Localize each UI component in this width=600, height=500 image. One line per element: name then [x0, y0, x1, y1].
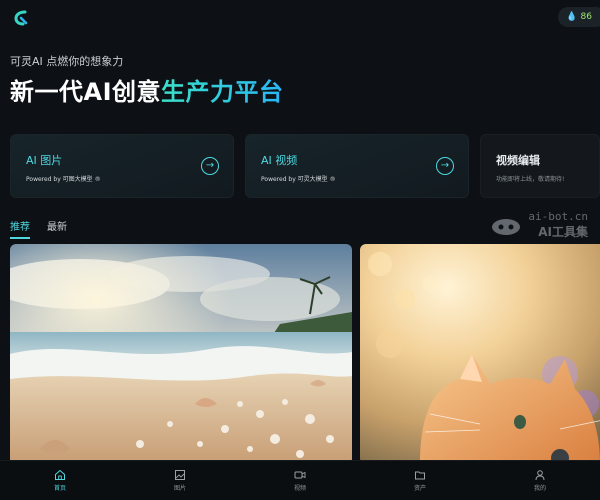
nav-label: 资产	[413, 485, 426, 492]
card-ai-video[interactable]: AI 视频 Powered by 可灵大模型 ® →	[245, 134, 469, 198]
hero-title: 新一代AI创意生产力平台	[10, 72, 284, 107]
card-subtitle: Powered by 可灵大模型 ®	[261, 176, 336, 183]
credits-badge[interactable]: 💧 86	[558, 7, 600, 27]
card-ai-image[interactable]: AI 图片 Powered by 可图大模型 ® →	[10, 134, 234, 198]
card-title: AI 图片	[26, 154, 63, 167]
watermark-name: AI工具集	[538, 225, 588, 239]
folder-icon	[415, 471, 425, 480]
nav-label: 图片	[173, 485, 186, 492]
hero-title-white: 新一代AI创意	[10, 78, 162, 106]
robot-icon	[492, 219, 521, 235]
tagline: 可灵AI 点燃你的想象力	[10, 55, 124, 68]
card-subtitle: Powered by 可图大模型 ®	[26, 176, 101, 183]
arrow-right-icon[interactable]: →	[436, 157, 454, 175]
orange-kitten-in-sunlight-image[interactable]	[360, 244, 600, 464]
nav-video[interactable]: 视频	[240, 461, 360, 500]
nav-profile[interactable]: 我的	[480, 461, 600, 500]
kling-logo-icon[interactable]	[12, 9, 30, 27]
hero-title-gradient: 生产力平台	[161, 78, 284, 106]
bottom-nav: 首页 图片 视频 资产 我的	[0, 460, 600, 500]
drop-icon: 💧	[566, 12, 578, 22]
feed-tabs: 推荐 最新	[10, 218, 67, 239]
image-icon	[175, 470, 185, 480]
card-video-edit[interactable]: 视频编辑 功能即将上线，敬请期待!	[480, 134, 600, 198]
credits-value: 86	[580, 12, 592, 22]
nav-assets[interactable]: 资产	[360, 461, 480, 500]
card-subtitle: 功能即将上线，敬请期待!	[496, 176, 565, 183]
watermark-url: ai-bot.cn	[528, 210, 588, 223]
card-title: 视频编辑	[496, 154, 540, 167]
nav-label: 我的	[533, 485, 546, 492]
card-title: AI 视频	[261, 154, 298, 167]
nav-label: 视频	[293, 485, 306, 492]
nav-home[interactable]: 首页	[0, 461, 120, 500]
nav-label: 首页	[53, 485, 66, 492]
tab-latest[interactable]: 最新	[47, 218, 67, 239]
watermark: ai-bot.cn AI工具集	[492, 210, 588, 240]
user-icon	[535, 470, 545, 481]
tab-recommended[interactable]: 推荐	[10, 218, 30, 239]
arrow-right-icon[interactable]: →	[201, 157, 219, 175]
home-icon	[55, 469, 65, 480]
video-icon	[294, 471, 306, 479]
seashell-beach-sunset-image[interactable]	[10, 244, 352, 464]
top-bar: 💧 86	[0, 0, 600, 36]
nav-image[interactable]: 图片	[120, 461, 240, 500]
